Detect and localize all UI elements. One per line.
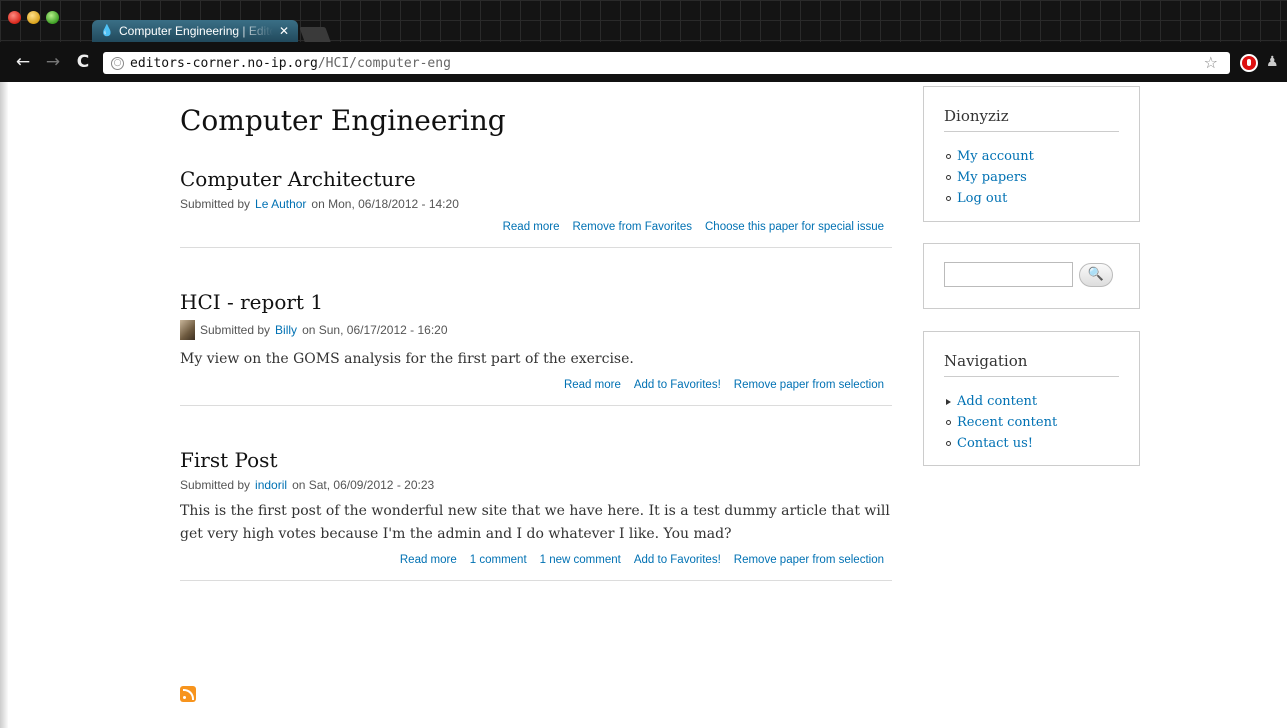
globe-icon: ○ (111, 56, 124, 70)
adblock-extension-icon[interactable] (1240, 54, 1258, 72)
search-block: 🔍 (923, 243, 1140, 309)
submitted-info: Submitted by Le Author on Mon, 06/18/201… (180, 197, 892, 211)
node-article: Computer Architecture Submitted by Le Au… (180, 167, 892, 248)
extension-user-icon[interactable]: ♟ (1266, 54, 1284, 72)
search-input[interactable] (944, 262, 1073, 287)
menu-item-contact-us[interactable]: Contact us! (944, 433, 1119, 454)
user-picture-avatar[interactable] (180, 320, 195, 340)
remove-favorites-link[interactable]: Remove from Favorites (572, 221, 692, 233)
address-bar[interactable]: ○ editors-corner.no-ip.org/HCI/computer-… (103, 52, 1230, 74)
bullet-icon (946, 196, 951, 201)
menu-link[interactable]: Recent content (957, 412, 1057, 433)
reload-icon[interactable]: C (74, 51, 92, 73)
node-teaser: This is the first post of the wonderful … (180, 503, 890, 542)
new-comment-link[interactable]: 1 new comment (540, 554, 621, 566)
node-teaser: My view on the GOMS analysis for the fir… (180, 351, 634, 367)
search-button[interactable]: 🔍 (1079, 262, 1113, 287)
window-edge-shadow (0, 82, 8, 728)
bookmark-star-icon[interactable]: ☆ (1204, 53, 1218, 72)
menu-link[interactable]: My papers (957, 167, 1027, 188)
browser-tab[interactable]: 💧 Computer Engineering | Editors Corner … (92, 20, 298, 42)
node-title[interactable]: Computer Architecture (180, 167, 892, 191)
comment-count-link[interactable]: 1 comment (470, 554, 527, 566)
url-text[interactable]: editors-corner.no-ip.org/HCI/computer-en… (130, 56, 451, 71)
read-more-link[interactable]: Read more (503, 221, 560, 233)
navigation-block: Navigation Add content Recent content Co… (923, 331, 1140, 466)
forward-icon[interactable]: → (44, 51, 62, 73)
search-icon: 🔍 (1087, 267, 1105, 282)
node-article: HCI - report 1 Submitted by Billy on Sun… (180, 290, 892, 406)
bullet-icon (946, 420, 951, 425)
node-title-link[interactable]: First Post (180, 448, 277, 472)
choose-special-issue-link[interactable]: Choose this paper for special issue (705, 221, 884, 233)
menu-link[interactable]: Contact us! (957, 433, 1033, 454)
menu-item-log-out[interactable]: Log out (944, 188, 1119, 209)
block-title: Navigation (944, 332, 1119, 377)
page-title: Computer Engineering (180, 104, 506, 137)
new-tab-button[interactable] (299, 27, 331, 42)
url-domain: editors-corner.no-ip.org (130, 55, 318, 71)
read-more-link[interactable]: Read more (400, 554, 457, 566)
author-link[interactable]: Billy (275, 323, 297, 337)
drupal-favicon-icon: 💧 (100, 24, 114, 37)
node-title-link[interactable]: HCI - report 1 (180, 290, 323, 314)
bullet-icon (946, 441, 951, 446)
add-favorites-link[interactable]: Add to Favorites! (634, 554, 721, 566)
page-content: Computer Engineering Computer Architectu… (0, 82, 1287, 728)
tab-close-icon[interactable]: ✕ (278, 24, 290, 38)
back-icon[interactable]: ← (14, 51, 32, 73)
navigation-list: Add content Recent content Contact us! (944, 391, 1119, 454)
close-window-icon[interactable] (8, 11, 21, 24)
bullet-icon (946, 175, 951, 180)
node-title[interactable]: First Post (180, 448, 892, 472)
menu-item-add-content[interactable]: Add content (944, 391, 1119, 412)
main-column: Computer Engineering Computer Architectu… (180, 104, 892, 623)
menu-link[interactable]: My account (957, 146, 1034, 167)
read-more-link[interactable]: Read more (564, 379, 621, 391)
block-title: Dionyziz (944, 87, 1119, 132)
rss-feed-icon[interactable] (180, 686, 196, 702)
node-links: Read more 1 comment 1 new comment Add to… (180, 554, 892, 566)
submitted-prefix: Submitted by (200, 323, 271, 337)
submitted-date: on Sun, 06/17/2012 - 16:20 (302, 323, 448, 337)
remove-selection-link[interactable]: Remove paper from selection (734, 554, 884, 566)
node-title[interactable]: HCI - report 1 (180, 290, 892, 314)
author-link[interactable]: indoril (255, 478, 287, 492)
submitted-info: Submitted by Billy on Sun, 06/17/2012 - … (180, 320, 892, 340)
menu-item-my-papers[interactable]: My papers (944, 167, 1119, 188)
user-menu-block: Dionyziz My account My papers Log out (923, 86, 1140, 222)
node-links: Read more Remove from Favorites Choose t… (180, 221, 892, 233)
node-title-link[interactable]: Computer Architecture (180, 167, 416, 191)
user-menu-list: My account My papers Log out (944, 146, 1119, 209)
tab-title: Computer Engineering | Editors Corner (119, 24, 273, 38)
menu-item-my-account[interactable]: My account (944, 146, 1119, 167)
collapsed-arrow-icon (946, 398, 951, 405)
bullet-icon (946, 154, 951, 159)
submitted-prefix: Submitted by (180, 197, 251, 211)
menu-link[interactable]: Log out (957, 188, 1007, 209)
submitted-date: on Sat, 06/09/2012 - 20:23 (292, 478, 435, 492)
menu-link[interactable]: Add content (957, 391, 1037, 412)
remove-selection-link[interactable]: Remove paper from selection (734, 379, 884, 391)
node-links: Read more Add to Favorites! Remove paper… (180, 379, 892, 391)
author-link[interactable]: Le Author (255, 197, 306, 211)
submitted-date: on Mon, 06/18/2012 - 14:20 (311, 197, 459, 211)
node-article: First Post Submitted by indoril on Sat, … (180, 448, 892, 581)
submitted-info: Submitted by indoril on Sat, 06/09/2012 … (180, 478, 892, 492)
minimize-window-icon[interactable] (27, 11, 40, 24)
url-path: /HCI/computer-eng (317, 55, 451, 71)
zoom-window-icon[interactable] (46, 11, 59, 24)
search-form: 🔍 (944, 244, 1119, 287)
submitted-prefix: Submitted by (180, 478, 251, 492)
add-favorites-link[interactable]: Add to Favorites! (634, 379, 721, 391)
menu-item-recent-content[interactable]: Recent content (944, 412, 1119, 433)
